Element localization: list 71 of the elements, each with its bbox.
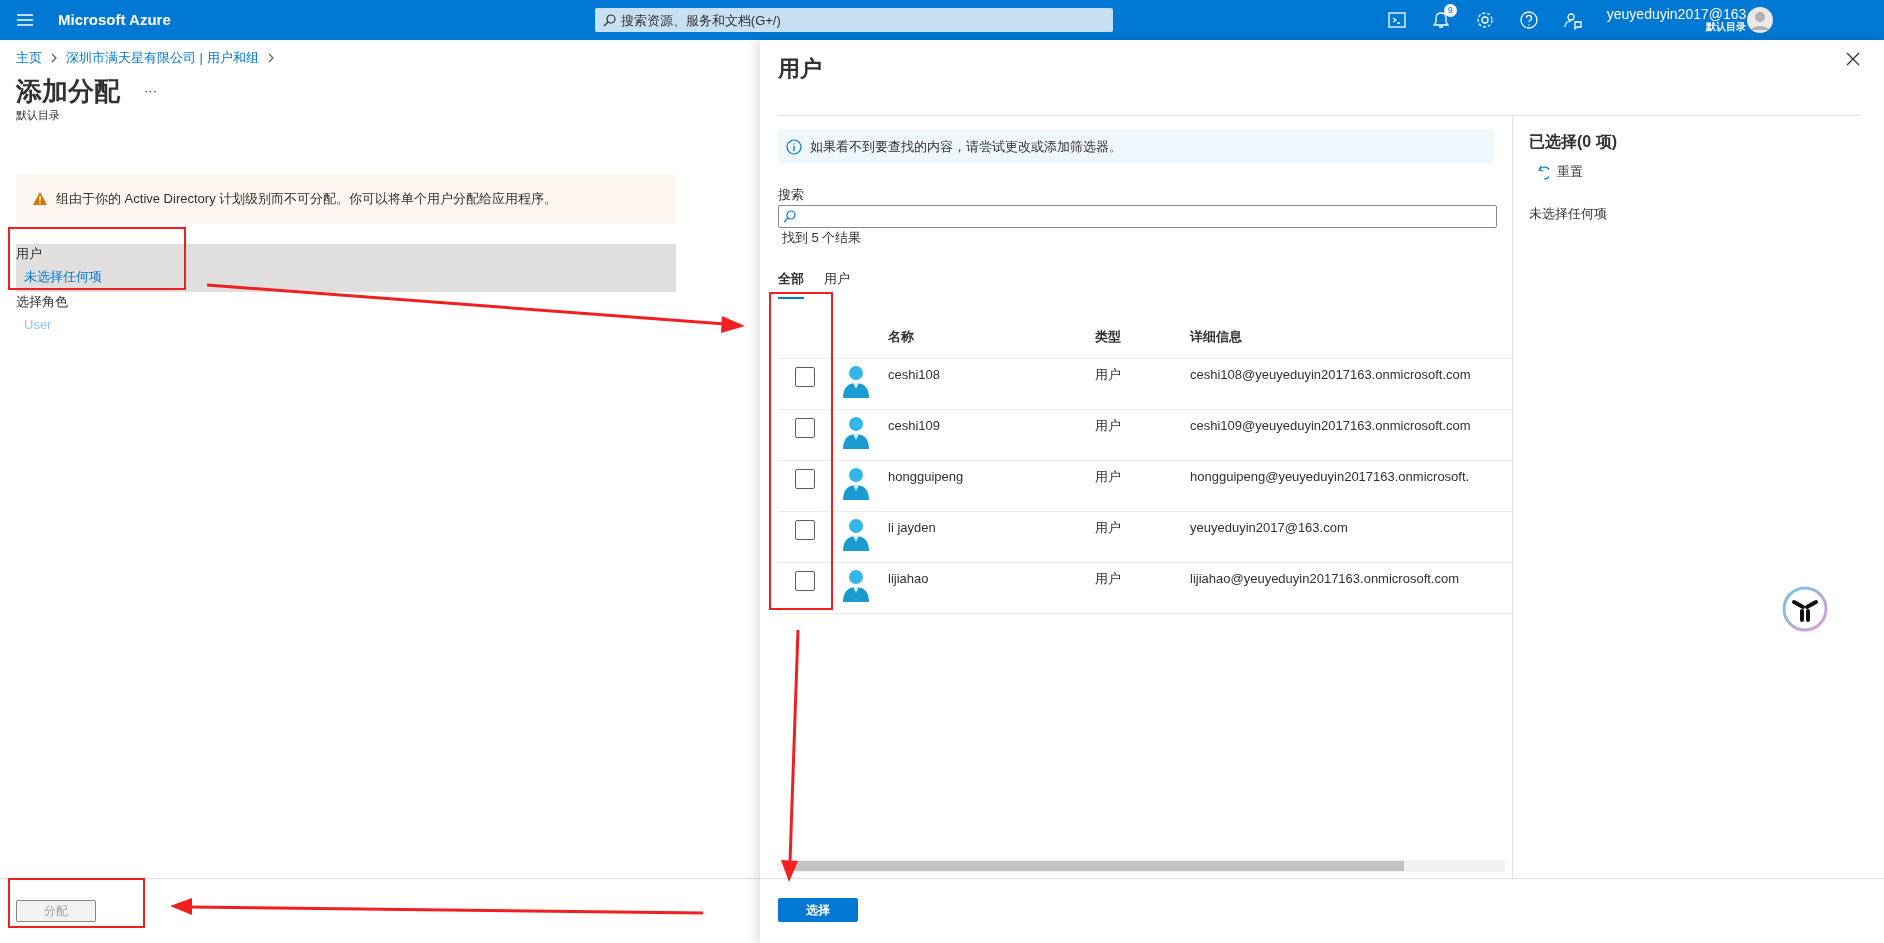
user-name: hongguipeng <box>888 467 965 486</box>
feedback-icon[interactable] <box>1562 10 1583 30</box>
settings-icon[interactable] <box>1474 10 1495 30</box>
result-count: 找到 5 个结果 <box>781 228 863 247</box>
user-details: hongguipeng@yeuyeduyin2017163.onmicrosoft. <box>1190 467 1471 486</box>
reset-button[interactable]: 重置 <box>1529 162 1860 182</box>
help-icon[interactable] <box>1518 10 1539 30</box>
tab[interactable]: 全部 <box>778 269 804 299</box>
blade-title: 用户 <box>778 55 822 83</box>
breadcrumb-link[interactable]: 深圳市满天星有限公司 | 用户和组 <box>66 48 259 68</box>
user-name: li jayden <box>888 518 937 537</box>
user-details: ceshi108@yeuyeduyin2017163.onmicrosoft.com <box>1190 365 1472 384</box>
select-button[interactable]: 选择 <box>778 898 858 922</box>
user-details: yeuyeduyin2017@163.com <box>1190 518 1349 537</box>
search-icon <box>783 209 796 223</box>
page-subtitle: 默认目录 <box>16 107 61 123</box>
page-title: 添加分配 <box>16 75 120 107</box>
search-field[interactable] <box>778 204 1497 228</box>
chevron-icon <box>50 52 58 63</box>
user-type: 用户 <box>1095 416 1122 435</box>
brand-name[interactable]: Microsoft Azure <box>58 8 171 32</box>
search-field[interactable]: 搜索资源、服务和文档(G+/) <box>594 8 1113 32</box>
row-checkbox[interactable] <box>795 417 815 438</box>
breadcrumb-link[interactable]: 主页 <box>16 48 42 68</box>
user-type: 用户 <box>1095 365 1122 384</box>
search-label: 搜索 <box>778 186 805 204</box>
user-type: 用户 <box>1095 569 1122 588</box>
tab[interactable]: 用户 <box>824 269 850 299</box>
menu-icon[interactable] <box>16 12 34 28</box>
selection-title: 已选择(0 项) <box>1529 132 1618 152</box>
user-avatar-icon <box>840 567 872 602</box>
column-header[interactable]: 名称 <box>888 327 1095 347</box>
account-name[interactable]: yeuyeduyin2017@163 <box>1606 7 1747 23</box>
form-field[interactable]: 选择角色 User <box>16 291 676 332</box>
user-avatar-icon <box>840 516 872 551</box>
close-icon[interactable] <box>1846 52 1860 66</box>
avatar-icon[interactable] <box>1746 6 1775 34</box>
user-avatar-icon <box>840 414 872 449</box>
more-button[interactable]: ··· <box>144 81 157 101</box>
search-icon <box>602 14 616 27</box>
chevron-icon <box>266 52 275 63</box>
user-type: 用户 <box>1095 467 1122 486</box>
user-name: lijiahao <box>888 569 930 588</box>
user-name: ceshi108 <box>888 365 942 384</box>
warning-text: 组由于你的 Active Directory 计划级别而不可分配。你可以将单个用户分配给应用程序。 <box>56 190 558 208</box>
user-name: ceshi109 <box>888 416 942 435</box>
warning-icon <box>32 191 48 207</box>
assistant-logo-icon[interactable] <box>1781 585 1829 633</box>
column-header[interactable]: 详细信息 <box>1190 327 1512 347</box>
field-label: 选择角色 <box>16 292 69 311</box>
horizontal-scrollbar[interactable] <box>778 860 1505 872</box>
user-details: ceshi109@yeuyeduyin2017163.onmicrosoft.com <box>1190 416 1472 435</box>
row-checkbox[interactable] <box>795 366 815 387</box>
user-avatar-icon <box>840 465 872 500</box>
info-icon <box>786 138 802 155</box>
field-value[interactable]: 未选择任何项 <box>16 263 676 287</box>
row-checkbox[interactable] <box>795 468 815 489</box>
row-checkbox[interactable] <box>795 570 815 591</box>
row-checkbox[interactable] <box>795 519 815 540</box>
user-avatar-icon <box>840 363 872 398</box>
terminal-icon[interactable] <box>1386 10 1407 30</box>
form-field[interactable]: 用户 未选择任何项 <box>16 243 676 292</box>
user-details: lijiahao@yeuyeduyin2017163.onmicrosoft.com <box>1190 569 1461 588</box>
user-type: 用户 <box>1095 518 1122 537</box>
notification-badge: 9 <box>1443 3 1457 17</box>
directory-name: 默认目录 <box>1706 22 1747 33</box>
field-label: 用户 <box>16 244 43 263</box>
empty-selection-text: 未选择任何项 <box>1529 204 1608 223</box>
undo-icon <box>1537 163 1549 180</box>
info-text: 如果看不到要查找的内容，请尝试更改或添加筛选器。 <box>810 137 1122 156</box>
column-header[interactable]: 类型 <box>1095 327 1190 347</box>
